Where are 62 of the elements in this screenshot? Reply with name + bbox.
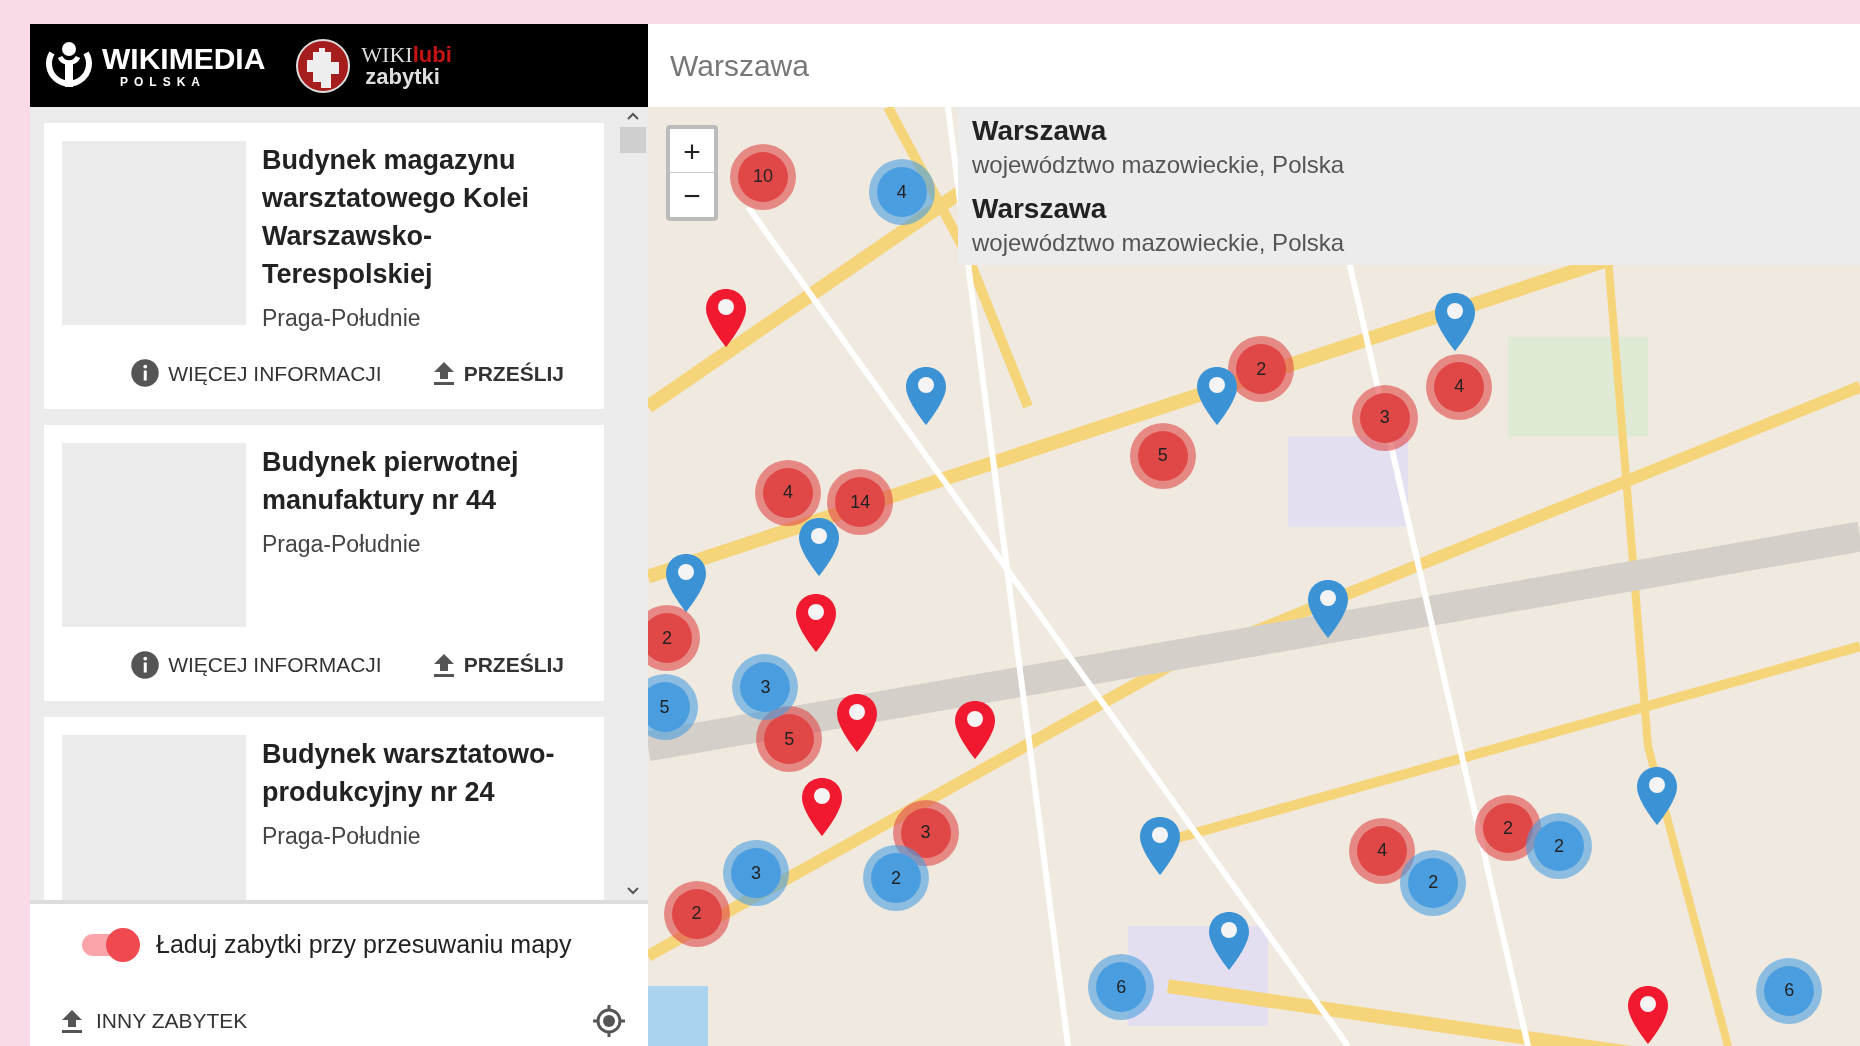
marker-cluster[interactable]: 10: [730, 144, 797, 210]
scroll-down-icon: [626, 886, 640, 896]
marker-cluster[interactable]: 2: [648, 605, 700, 672]
marker-cluster[interactable]: 2: [1475, 795, 1541, 862]
marker-cluster[interactable]: 14: [827, 469, 894, 535]
locate-icon[interactable]: [592, 1003, 626, 1038]
suggestion-item[interactable]: Warszawa województwo mazowieckie, Polska: [972, 113, 1846, 181]
auto-load-label: Ładuj zabytki przy przesuwaniu mapy: [156, 929, 572, 960]
marker-cluster[interactable]: 4: [754, 459, 821, 526]
marker-cluster[interactable]: 3: [732, 654, 799, 721]
marker-cluster[interactable]: 3: [1351, 384, 1418, 451]
map-pin-icon[interactable]: [1195, 364, 1240, 427]
marker-cluster[interactable]: 2: [1400, 849, 1467, 916]
marker-cluster[interactable]: 5: [648, 674, 698, 741]
marker-cluster[interactable]: 3: [722, 840, 789, 907]
district-text: Praga-Południe: [262, 304, 422, 333]
marker-cluster[interactable]: 6: [1088, 954, 1155, 1021]
marker-cluster[interactable]: 4: [1349, 817, 1416, 884]
monument-title: Budynek magazynu warsztatowego Kolei Warszawsko-Terespolskiej: [262, 144, 531, 291]
upload-icon: [60, 1007, 84, 1034]
logo-text: WIKIMEDIA: [102, 43, 266, 74]
logo-lubi-text: lubi: [412, 43, 452, 66]
scroll-up-icon: [626, 111, 640, 121]
map-pin-icon[interactable]: [1305, 578, 1350, 640]
marker-cluster[interactable]: 2: [1526, 813, 1592, 879]
search-field[interactable]: Warszawa: [648, 24, 1860, 107]
monument-title: Budynek pierwotnej manufaktury nr 44: [262, 446, 520, 517]
upload-icon: [431, 360, 456, 387]
map-pin-icon[interactable]: [1626, 983, 1670, 1046]
upload-icon: [431, 651, 456, 678]
map-pin-icon[interactable]: [663, 551, 708, 614]
zoom-out-button[interactable]: −: [670, 173, 714, 217]
marker-cluster[interactable]: 6: [1756, 957, 1823, 1024]
upload-button[interactable]: PRZEŚLIJ: [431, 357, 564, 389]
marker-cluster[interactable]: 2: [1228, 336, 1295, 403]
suggestion-item[interactable]: Warszawa województwo mazowieckie, Polska: [972, 191, 1846, 259]
map-pin-icon[interactable]: [953, 699, 998, 761]
zoom-in-button[interactable]: +: [670, 129, 714, 173]
upload-button[interactable]: PRZEŚLIJ: [431, 649, 564, 681]
info-icon: [130, 649, 161, 680]
other-monument-button[interactable]: INNY ZABYTEK: [60, 1004, 248, 1037]
more-info-button[interactable]: WIĘCEJ INFORMACJI: [130, 649, 382, 681]
district-text: Praga-Południe: [262, 821, 422, 851]
map-pin-icon[interactable]: [834, 691, 879, 754]
logo-wiki-text: WIKI: [361, 43, 413, 66]
district-text: Praga-Południe: [262, 530, 422, 559]
marker-cluster[interactable]: 4: [868, 159, 935, 226]
marker-cluster[interactable]: 5: [756, 706, 823, 773]
map[interactable]: 10 2 4 3 5 4 14 2 5 3 2 4 2 4 3 5 3 2 2 2 6 6 + − Warszawa województwo mazowieckie, Polska Warszawa województwo mazowieckie, Polska: [648, 107, 1860, 1046]
more-info-button[interactable]: WIĘCEJ INFORMACJI: [130, 357, 382, 389]
marker-cluster[interactable]: 2: [663, 880, 730, 947]
marker-cluster[interactable]: 5: [1129, 422, 1196, 489]
map-pin-icon[interactable]: [903, 364, 948, 427]
marker-cluster[interactable]: 3: [892, 799, 959, 866]
marker-cluster[interactable]: 2: [862, 845, 929, 912]
logo-zabytki-text: zabytki: [364, 65, 441, 88]
info-icon: [130, 358, 161, 389]
scroll-thumb[interactable]: [620, 127, 646, 153]
map-pin-icon[interactable]: [1432, 290, 1477, 353]
monument-title: Budynek warsztatowo-produkcyjny nr 24: [262, 737, 556, 809]
logo-subtext: POLSKA: [119, 75, 207, 88]
marker-cluster[interactable]: 4: [1426, 353, 1493, 420]
